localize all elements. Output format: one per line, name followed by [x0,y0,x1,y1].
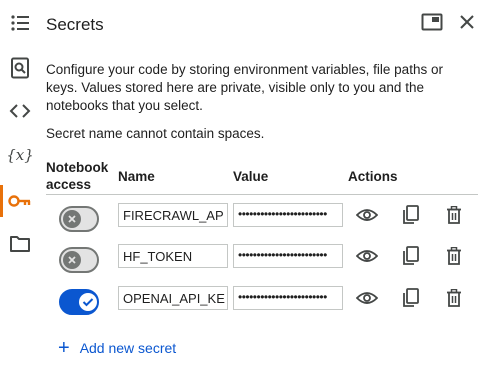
eye-icon[interactable] [355,203,379,227]
header-name: Name [118,169,155,184]
add-new-secret-button[interactable]: + Add new secret [58,338,176,358]
svg-text:{x}: {x} [8,146,32,164]
close-icon[interactable] [455,10,479,34]
secret-value-input[interactable]: •••••••••••••••••••••••• [233,203,343,227]
header-notebook-access: Notebook access [46,160,109,192]
secret-name-input[interactable]: HF_TOKEN [118,244,228,268]
copy-icon[interactable] [399,203,423,227]
open-in-tab-icon[interactable] [420,10,444,34]
secret-row: OPENAI_API_KE •••••••••••••••••••••••• [46,282,478,322]
copy-icon[interactable] [399,286,423,310]
toggle-off-x-icon [63,251,81,269]
secret-value-input[interactable]: •••••••••••••••••••••••• [233,244,343,268]
notebook-access-toggle[interactable] [59,206,99,232]
notebook-access-toggle[interactable] [59,289,99,315]
folder-icon[interactable] [8,232,32,256]
search-doc-icon[interactable] [8,56,32,80]
code-icon[interactable] [8,99,32,123]
delete-icon[interactable] [442,244,466,268]
secret-row: HF_TOKEN •••••••••••••••••••••••• [46,240,478,280]
plus-icon: + [58,337,70,359]
variables-icon[interactable]: {x} [8,143,32,167]
notebook-access-toggle[interactable] [59,247,99,273]
secret-name-input[interactable]: FIRECRAWL_AP [118,203,228,227]
rail-selection-indicator [0,185,3,217]
header-divider [46,194,478,195]
panel-description: Configure your code by storing environme… [46,62,443,113]
header-value: Value [233,169,269,184]
side-rail: {x} [0,0,40,370]
header-actions: Actions [348,169,398,184]
secret-value-input[interactable]: •••••••••••••••••••••••• [233,286,343,310]
toggle-off-x-icon [63,210,81,228]
secrets-panel: Secrets Configure your code by storing e… [46,0,484,370]
panel-title: Secrets [46,15,104,34]
secret-name-input[interactable]: OPENAI_API_KE [118,286,228,310]
list-icon[interactable] [8,11,32,35]
copy-icon[interactable] [399,244,423,268]
eye-icon[interactable] [355,286,379,310]
delete-icon[interactable] [442,203,466,227]
add-new-secret-label: Add new secret [79,340,177,356]
name-rule-note: Secret name cannot contain spaces. [46,126,265,141]
delete-icon[interactable] [442,286,466,310]
eye-icon[interactable] [355,244,379,268]
key-icon[interactable] [8,189,32,213]
toggle-on-check-icon [79,293,97,311]
secret-row: FIRECRAWL_AP •••••••••••••••••••••••• [46,199,478,239]
